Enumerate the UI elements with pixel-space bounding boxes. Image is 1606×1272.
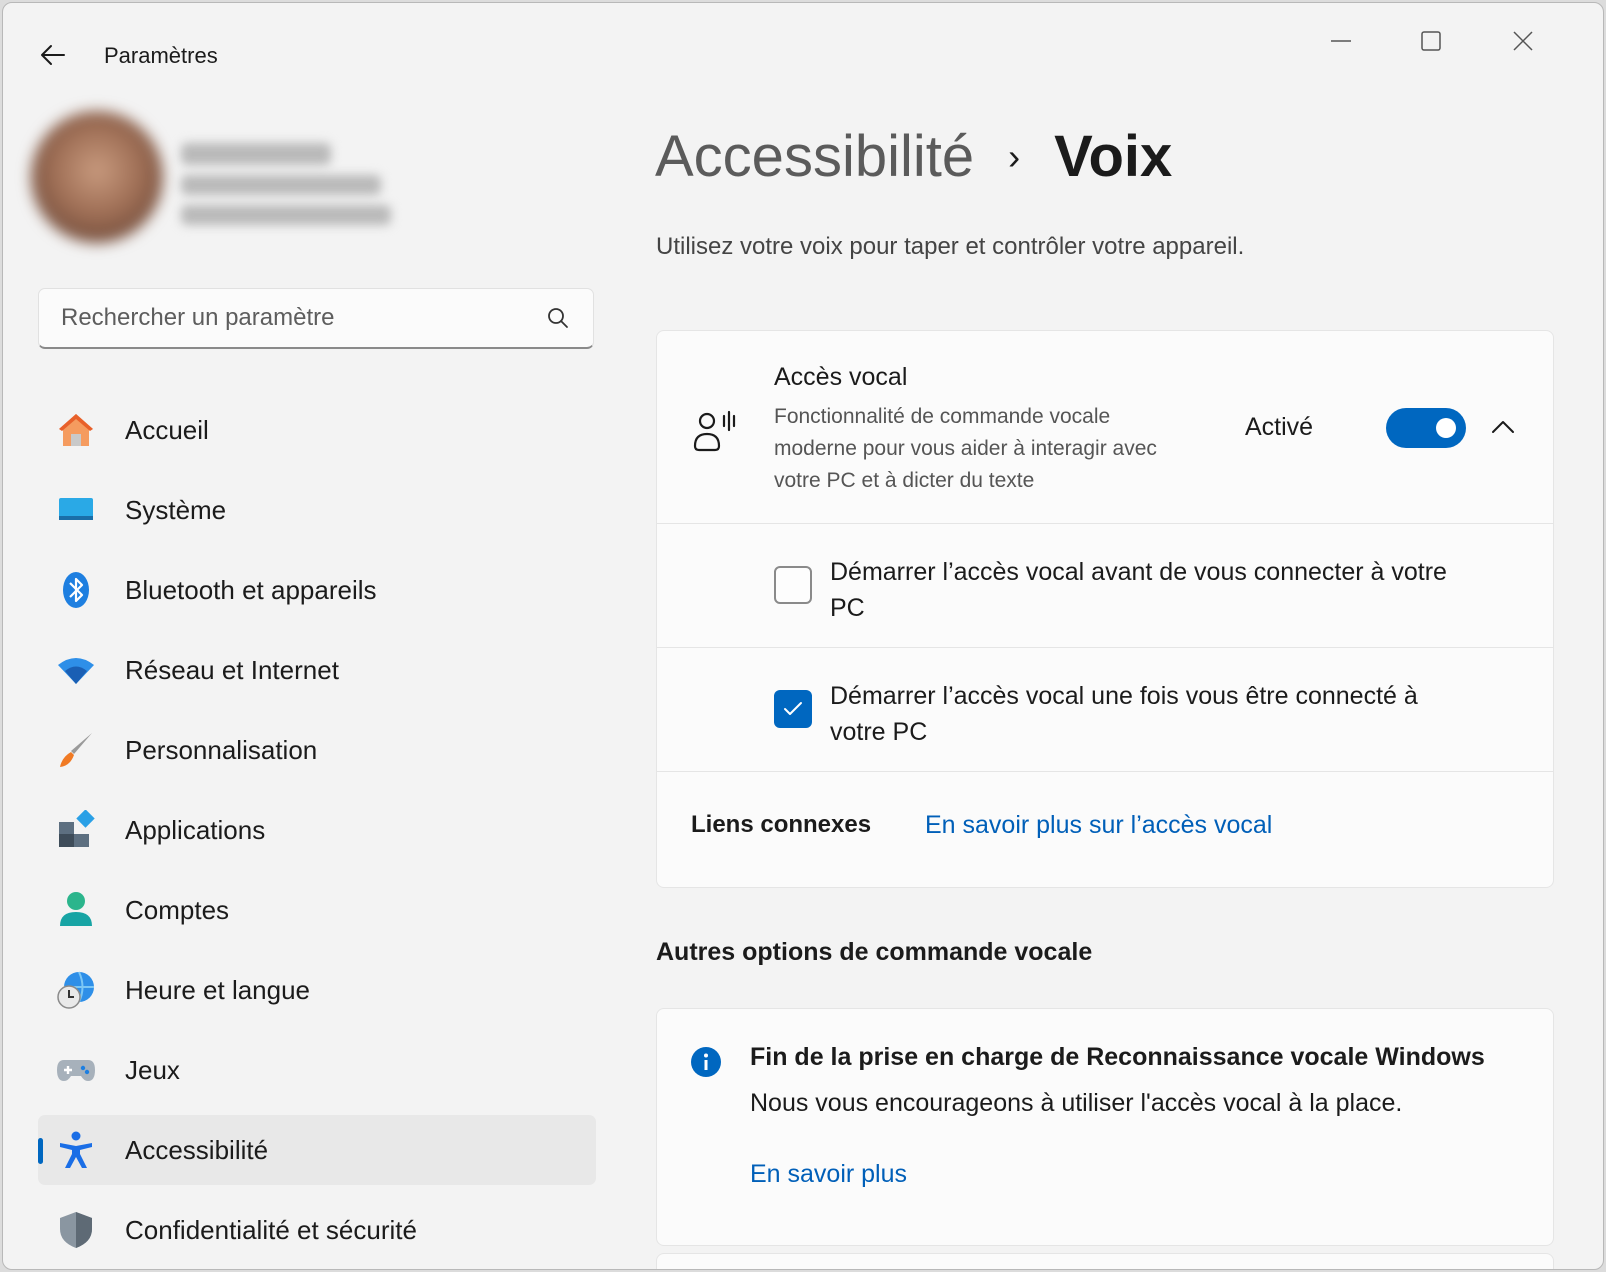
- voice-access-toggle[interactable]: [1386, 408, 1466, 448]
- sidebar-item-label: Accueil: [125, 414, 209, 445]
- avatar[interactable]: [31, 111, 163, 243]
- accessibility-icon: [56, 1130, 96, 1170]
- sidebar-item-label: Confidentialité et sécurité: [125, 1214, 417, 1245]
- voice-access-learn-more-link[interactable]: En savoir plus sur l’accès vocal: [925, 811, 1272, 840]
- search-box[interactable]: [38, 288, 594, 349]
- voice-access-description: Fonctionnalité de commande vocale modern…: [774, 405, 1157, 492]
- wifi-icon: [56, 650, 96, 690]
- page-subtitle: Utilisez votre voix pour taper et contrô…: [656, 233, 1245, 260]
- sidebar-item-label: Système: [125, 494, 227, 525]
- collapse-button[interactable]: [1487, 411, 1519, 443]
- settings-window: Paramètres Rechercher un paramètre Accue…: [2, 2, 1604, 1270]
- gamepad-icon: [56, 1050, 96, 1090]
- sidebar-item-label: Réseau et Internet: [125, 654, 339, 685]
- system-icon: [56, 490, 96, 530]
- shield-icon: [56, 1210, 96, 1250]
- profile-info-blurred: [181, 143, 391, 235]
- notice-text: Nous vous encourageons à utiliser l'accè…: [750, 1089, 1403, 1117]
- checkbox-after-login[interactable]: [774, 690, 812, 728]
- info-icon: [691, 1047, 721, 1077]
- page-title: Voix: [1054, 124, 1173, 189]
- sidebar-item-label: Personnalisation: [125, 734, 318, 765]
- paintbrush-icon: [56, 730, 96, 770]
- title-bar: Paramètres: [3, 3, 1603, 103]
- voice-access-state-label: Activé: [1245, 413, 1314, 441]
- sidebar-item-confidentialite[interactable]: Confidentialité et sécurité: [38, 1195, 596, 1265]
- option-row-after-login: Démarrer l’accès vocal une fois vous êtr…: [657, 648, 1553, 770]
- person-icon: [56, 890, 96, 930]
- sidebar-item-systeme[interactable]: Système: [38, 475, 596, 545]
- checkbox-before-login[interactable]: [774, 566, 812, 604]
- notice-learn-more-link[interactable]: En savoir plus: [750, 1160, 907, 1189]
- breadcrumb-separator: ›: [1008, 135, 1021, 177]
- chevron-up-icon: [1492, 421, 1514, 433]
- sidebar-item-reseau[interactable]: Réseau et Internet: [38, 635, 596, 705]
- sidebar-item-accueil[interactable]: Accueil: [38, 395, 596, 465]
- sidebar-item-personnalisation[interactable]: Personnalisation: [38, 715, 596, 785]
- sidebar-item-label: Accessibilité: [125, 1134, 269, 1165]
- globe-clock-icon: [56, 970, 96, 1010]
- related-links-label: Liens connexes: [691, 811, 872, 838]
- voice-access-header-row[interactable]: Accès vocal Fonctionnalité de commande v…: [657, 331, 1553, 523]
- back-button[interactable]: [35, 37, 71, 73]
- back-arrow-icon: [41, 45, 65, 65]
- bluetooth-icon: [56, 570, 96, 610]
- sidebar-item-label: Comptes: [125, 894, 230, 925]
- maximize-icon: [1421, 31, 1441, 51]
- sidebar-item-comptes[interactable]: Comptes: [38, 875, 596, 945]
- related-links-row: Liens connexes En savoir plus sur l’accè…: [657, 772, 1553, 888]
- sidebar-item-label: Applications: [125, 814, 266, 845]
- sidebar-nav: Accueil Système Bluetooth et appareils R…: [38, 395, 596, 1269]
- minimize-button[interactable]: [1311, 19, 1371, 63]
- sidebar-item-label: Heure et langue: [125, 974, 311, 1005]
- option-row-before-login: Démarrer l’accès vocal avant de vous con…: [657, 524, 1553, 646]
- speech-recognition-notice-card: Fin de la prise en charge de Reconnaissa…: [656, 1008, 1554, 1246]
- sidebar-item-label: Jeux: [125, 1054, 180, 1085]
- toggle-knob: [1436, 418, 1456, 438]
- section-title-other-options: Autres options de commande vocale: [656, 938, 1093, 966]
- sidebar-item-heure-langue[interactable]: Heure et langue: [38, 955, 596, 1025]
- voice-access-card: Accès vocal Fonctionnalité de commande v…: [656, 330, 1554, 888]
- breadcrumb-parent[interactable]: Accessibilité: [655, 123, 974, 190]
- sidebar-item-jeux[interactable]: Jeux: [38, 1035, 596, 1105]
- voice-access-title: Accès vocal: [774, 363, 908, 391]
- sidebar-item-applications[interactable]: Applications: [38, 795, 596, 865]
- next-card-partial: [656, 1253, 1554, 1269]
- app-title: Paramètres: [104, 43, 218, 68]
- apps-icon: [56, 810, 96, 850]
- breadcrumb: Accessibilité › Voix: [655, 123, 1172, 190]
- notice-title: Fin de la prise en charge de Reconnaissa…: [750, 1043, 1485, 1071]
- close-icon: [1513, 31, 1533, 51]
- option-label: Démarrer l’accès vocal avant de vous con…: [830, 558, 1447, 622]
- home-icon: [56, 410, 96, 450]
- close-button[interactable]: [1493, 19, 1553, 63]
- voice-access-icon: [693, 410, 736, 452]
- search-input[interactable]: [59, 297, 533, 339]
- sidebar-item-bluetooth[interactable]: Bluetooth et appareils: [38, 555, 596, 625]
- maximize-button[interactable]: [1401, 19, 1461, 63]
- search-icon[interactable]: [545, 305, 571, 331]
- sidebar-item-accessibilite[interactable]: Accessibilité: [38, 1115, 596, 1185]
- option-label: Démarrer l’accès vocal une fois vous êtr…: [830, 682, 1418, 746]
- checkmark-icon: [784, 702, 802, 715]
- minimize-icon: [1331, 40, 1351, 42]
- sidebar-item-label: Bluetooth et appareils: [125, 574, 377, 605]
